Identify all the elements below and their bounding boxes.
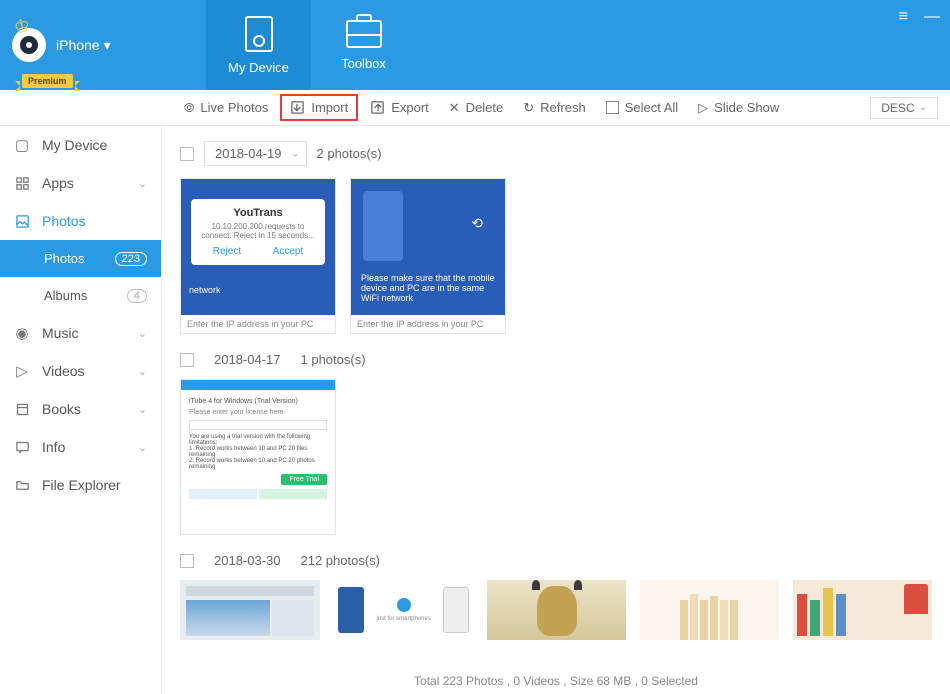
sidebar-item-info[interactable]: Info ⌄ [0, 428, 161, 466]
chevron-down-icon: ▾ [104, 37, 111, 54]
status-bar: Total 223 Photos , 0 Videos , Size 68 MB… [162, 670, 950, 694]
device-name: iPhone [56, 37, 100, 53]
group-checkbox[interactable] [180, 353, 194, 367]
nav-tabs: My Device Toolbox [206, 0, 416, 90]
photo-count: 1 photos(s) [301, 352, 366, 367]
import-button[interactable]: Import [280, 94, 358, 121]
date-group: 2018-04-17 1 photos(s) iTube 4 for Windo… [180, 352, 932, 535]
photo-thumbnail[interactable] [640, 580, 779, 640]
logo-area: ♔ Premium iPhone ▾ [0, 28, 162, 62]
sidebar-item-videos[interactable]: ▷ Videos ⌄ [0, 352, 161, 390]
play-icon: ▷ [698, 100, 708, 116]
wifi-icon: ⟲ [471, 215, 483, 232]
device-icon [245, 16, 273, 52]
export-button[interactable]: Export [370, 100, 429, 115]
book-icon [14, 401, 30, 417]
sidebar-sub-photos[interactable]: Photos 223 [0, 240, 161, 277]
date-header: 2018-04-17 1 photos(s) [180, 352, 932, 367]
live-photos-icon: ⦾ [184, 100, 194, 116]
tab-toolbox[interactable]: Toolbox [311, 0, 416, 90]
delete-button[interactable]: ✕ Delete [449, 100, 503, 116]
refresh-icon: ↻ [523, 100, 534, 116]
sidebar-item-apps[interactable]: Apps ⌄ [0, 164, 161, 202]
sidebar-item-file-explorer[interactable]: File Explorer [0, 466, 161, 504]
select-all-button[interactable]: Select All [606, 100, 678, 115]
date-group: 2018-04-19 ⌄ 2 photos(s) YouTrans 10.10.… [180, 141, 932, 334]
sidebar-item-music[interactable]: ◉ Music ⌄ [0, 314, 161, 352]
refresh-button[interactable]: ↻ Refresh [523, 100, 585, 116]
content-area: 2018-04-19 ⌄ 2 photos(s) YouTrans 10.10.… [162, 126, 950, 694]
play-icon: ▷ [14, 363, 30, 379]
photo-thumbnail[interactable]: iTube 4 for Windows (Trial Version) Plea… [180, 379, 336, 535]
checkbox-icon [606, 101, 619, 114]
device-icon: ▢ [14, 137, 30, 153]
tab-label: My Device [228, 60, 289, 75]
chevron-down-icon: ⌄ [138, 403, 147, 416]
minimize-icon[interactable]: — [924, 8, 940, 26]
count-badge: 4 [127, 289, 147, 303]
sidebar-sub-albums[interactable]: Albums 4 [0, 277, 161, 314]
photo-thumbnail[interactable]: ⟲ Please make sure that the mobile devic… [350, 178, 506, 334]
toolbar: ⦾ Live Photos Import Export ✕ Delete ↻ R… [0, 90, 950, 126]
photo-count: 212 photos(s) [301, 553, 381, 568]
date-dropdown[interactable]: 2018-04-19 ⌄ [204, 141, 307, 166]
sidebar-item-label: Photos [42, 213, 86, 229]
sidebar-item-label: My Device [42, 137, 107, 153]
tab-label: Toolbox [341, 56, 386, 71]
sidebar-item-label: Photos [44, 251, 84, 266]
chat-icon [14, 439, 30, 455]
sidebar-item-books[interactable]: Books ⌄ [0, 390, 161, 428]
image-icon [14, 213, 30, 229]
sidebar-item-label: Music [42, 325, 79, 341]
app-logo: ♔ Premium [12, 28, 46, 62]
sidebar: ▢ My Device Apps ⌄ Photos Photos 223 Alb… [0, 126, 162, 694]
sidebar-item-label: Info [42, 439, 65, 455]
device-dropdown[interactable]: iPhone ▾ [56, 37, 111, 54]
import-icon [290, 100, 305, 115]
photo-thumbnail[interactable]: YouTrans 10.10.200.200 requests to conne… [180, 178, 336, 334]
chevron-down-icon: ⌄ [138, 365, 147, 378]
count-badge: 223 [115, 252, 147, 266]
photo-thumbnail[interactable] [793, 580, 932, 640]
toolbox-icon [346, 20, 382, 48]
premium-badge: Premium [22, 74, 73, 88]
chevron-down-icon: ⌄ [919, 102, 927, 113]
photo-thumbnail[interactable]: just for smartphones [334, 580, 473, 640]
photo-count: 2 photos(s) [317, 146, 382, 161]
app-header: ♔ Premium iPhone ▾ My Device Toolbox ≡ — [0, 0, 950, 90]
sidebar-item-my-device[interactable]: ▢ My Device [0, 126, 161, 164]
group-checkbox[interactable] [180, 554, 194, 568]
window-controls: ≡ — [899, 8, 940, 26]
sidebar-item-label: File Explorer [42, 477, 121, 493]
group-checkbox[interactable] [180, 147, 194, 161]
sidebar-item-label: Albums [44, 288, 87, 303]
live-photos-button[interactable]: ⦾ Live Photos [184, 100, 268, 116]
sidebar-item-label: Apps [42, 175, 74, 191]
sidebar-item-photos[interactable]: Photos [0, 202, 161, 240]
date-label: 2018-03-30 [204, 553, 291, 568]
chevron-down-icon: ⌄ [138, 327, 147, 340]
date-header: 2018-04-19 ⌄ 2 photos(s) [180, 141, 932, 166]
date-group: 2018-03-30 212 photos(s) just for smartp… [180, 553, 932, 640]
music-icon: ◉ [14, 325, 30, 341]
folder-icon [14, 477, 30, 493]
menu-icon[interactable]: ≡ [899, 8, 908, 26]
export-icon [370, 100, 385, 115]
date-label: 2018-04-17 [204, 352, 291, 367]
chevron-down-icon: ⌄ [138, 177, 147, 190]
chevron-down-icon: ⌄ [291, 148, 299, 159]
sidebar-item-label: Videos [42, 363, 85, 379]
photo-thumbnail[interactable] [180, 580, 320, 640]
sort-dropdown[interactable]: DESC ⌄ [870, 97, 938, 119]
sidebar-item-label: Books [42, 401, 81, 417]
slide-show-button[interactable]: ▷ Slide Show [698, 100, 779, 116]
delete-icon: ✕ [449, 100, 460, 116]
chevron-down-icon: ⌄ [138, 441, 147, 454]
date-header: 2018-03-30 212 photos(s) [180, 553, 932, 568]
grid-icon [14, 175, 30, 191]
tab-my-device[interactable]: My Device [206, 0, 311, 90]
photo-thumbnail[interactable] [487, 580, 626, 640]
